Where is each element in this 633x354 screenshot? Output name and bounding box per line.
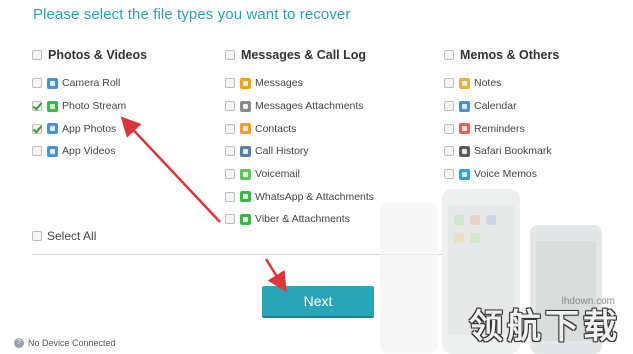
- category-label: Photos & Videos: [48, 48, 148, 62]
- app-photos-icon: [47, 123, 58, 135]
- file-type-option[interactable]: Photo Stream: [32, 95, 147, 118]
- file-type-checkbox[interactable]: [225, 169, 235, 180]
- select-all-label: Select All: [47, 229, 97, 243]
- page-title: Please select the file types you want to…: [33, 6, 351, 23]
- file-type-label: WhatsApp & Attachments: [255, 190, 375, 203]
- category-checkbox[interactable]: [32, 50, 42, 60]
- reminders-icon: [459, 123, 470, 135]
- select-all-checkbox[interactable]: Select All: [32, 229, 96, 243]
- voicemail-icon: [240, 168, 251, 180]
- file-type-option[interactable]: Camera Roll: [32, 72, 147, 95]
- watermark-text: 领航下载: [469, 307, 621, 347]
- app-videos-icon: [47, 145, 58, 157]
- file-type-checkbox[interactable]: [444, 101, 454, 112]
- file-type-option[interactable]: Messages Attachments: [225, 95, 374, 118]
- file-type-checkbox[interactable]: [444, 169, 454, 180]
- file-type-label: Camera Roll: [62, 77, 121, 90]
- file-type-checkbox[interactable]: [225, 123, 235, 134]
- file-type-label: App Photos: [62, 122, 117, 135]
- messages-icon: [240, 77, 251, 89]
- status-bar: ? No Device Connected: [14, 338, 116, 348]
- file-type-option[interactable]: Contacts: [225, 117, 374, 140]
- contacts-icon: [240, 123, 251, 135]
- file-type-label: Voicemail: [255, 168, 300, 181]
- category-label: Memos & Others: [460, 48, 560, 62]
- file-type-label: Contacts: [255, 122, 297, 135]
- file-type-checkbox[interactable]: [225, 214, 235, 225]
- file-type-option[interactable]: App Videos: [32, 140, 147, 163]
- file-type-option[interactable]: Safari Bookmark: [444, 140, 559, 163]
- file-type-checkbox[interactable]: [225, 78, 235, 89]
- file-type-label: Photo Stream: [62, 100, 127, 113]
- file-type-label: Calendar: [474, 100, 517, 113]
- safari-bookmark-icon: [459, 145, 470, 157]
- category-checkbox[interactable]: [444, 50, 454, 60]
- notes-icon: [459, 77, 470, 89]
- file-type-label: Safari Bookmark: [474, 145, 552, 158]
- viber-icon: [240, 213, 251, 225]
- file-type-option[interactable]: Voice Memos: [444, 163, 559, 186]
- file-type-checkbox[interactable]: [225, 191, 235, 202]
- divider: [32, 254, 450, 255]
- file-type-label: Messages Attachments: [255, 100, 364, 113]
- annotation-arrow: [264, 258, 287, 293]
- file-type-option[interactable]: Messages: [225, 72, 374, 95]
- file-type-option[interactable]: Voicemail: [225, 163, 374, 186]
- category-heading[interactable]: Memos & Others: [444, 46, 559, 64]
- file-type-label: Call History: [255, 145, 309, 158]
- file-type-option[interactable]: WhatsApp & Attachments: [225, 185, 374, 208]
- file-type-checkbox[interactable]: [32, 101, 42, 112]
- camera-icon: [47, 77, 58, 89]
- file-type-option[interactable]: Call History: [225, 140, 374, 163]
- call-history-icon: [240, 145, 251, 157]
- file-type-checkbox[interactable]: [444, 123, 454, 134]
- whatsapp-icon: [240, 191, 251, 203]
- file-type-checkbox[interactable]: [444, 146, 454, 157]
- file-type-option[interactable]: Notes: [444, 72, 559, 95]
- category-heading[interactable]: Photos & Videos: [32, 46, 147, 64]
- watermark: lhdown.com 领航下载: [445, 296, 625, 348]
- help-icon[interactable]: ?: [14, 338, 24, 348]
- category-column: Messages & Call Log Messages Messages Atta…: [225, 46, 374, 231]
- file-type-label: App Videos: [62, 145, 116, 158]
- file-type-checkbox[interactable]: [225, 101, 235, 112]
- file-type-checkbox[interactable]: [32, 123, 42, 134]
- calendar-icon: [459, 100, 470, 112]
- file-type-checkbox[interactable]: [32, 146, 42, 157]
- photo-stream-icon: [47, 100, 58, 112]
- file-type-option[interactable]: Calendar: [444, 95, 559, 118]
- file-type-label: Reminders: [474, 122, 525, 135]
- category-column: Photos & Videos Camera Roll Photo Stream Ap…: [32, 46, 147, 163]
- file-type-checkbox[interactable]: [32, 78, 42, 89]
- category-label: Messages & Call Log: [241, 48, 367, 62]
- category-checkbox[interactable]: [225, 50, 235, 60]
- file-type-option[interactable]: App Photos: [32, 117, 147, 140]
- status-text: No Device Connected: [28, 338, 116, 348]
- file-type-label: Messages: [255, 77, 303, 90]
- file-type-label: Viber & Attachments: [255, 213, 350, 226]
- next-button[interactable]: Next: [262, 286, 374, 318]
- category-heading[interactable]: Messages & Call Log: [225, 46, 374, 64]
- file-type-label: Notes: [474, 77, 502, 90]
- file-type-option[interactable]: Viber & Attachments: [225, 208, 374, 231]
- file-type-checkbox[interactable]: [225, 146, 235, 157]
- select-all-box[interactable]: [32, 231, 42, 241]
- file-type-option[interactable]: Reminders: [444, 117, 559, 140]
- category-column: Memos & Others Notes Calendar Reminders Safa…: [444, 46, 559, 185]
- file-type-label: Voice Memos: [474, 168, 538, 181]
- voice-memos-icon: [459, 168, 470, 180]
- attachment-icon: [240, 100, 251, 112]
- file-type-checkbox[interactable]: [444, 78, 454, 89]
